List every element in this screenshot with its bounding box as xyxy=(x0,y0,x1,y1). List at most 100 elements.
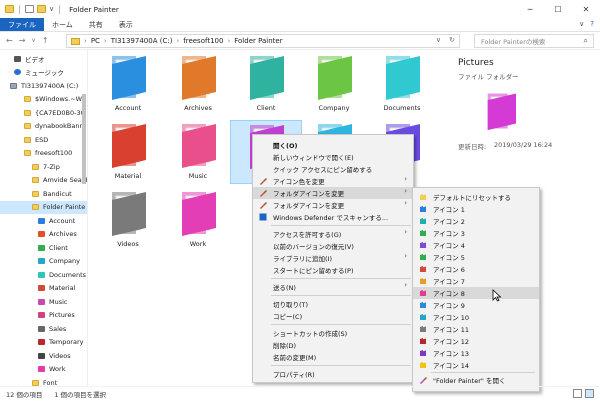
submenu-item[interactable]: デフォルトにリセットする xyxy=(413,191,539,203)
nav-item[interactable]: Archives xyxy=(0,228,77,241)
nav-item[interactable]: ビデオ xyxy=(0,52,45,65)
context-menu-item[interactable]: プロパティ(R) xyxy=(253,368,413,380)
forward-button[interactable]: → xyxy=(19,36,26,45)
submenu-item[interactable]: アイコン 10 xyxy=(413,311,539,323)
nav-item[interactable]: $Windows.~WS xyxy=(0,93,86,106)
close-button[interactable]: ✕ xyxy=(572,0,600,18)
nav-item[interactable]: Videos xyxy=(0,349,71,362)
nav-item[interactable]: Temporary xyxy=(0,336,83,349)
nav-item[interactable]: Client xyxy=(0,241,68,254)
new-folder-icon[interactable] xyxy=(37,5,46,13)
context-menu-item[interactable]: 以前のバージョンの復元(V) xyxy=(253,240,413,252)
submenu-item[interactable]: アイコン 8 xyxy=(413,287,539,299)
submenu-item[interactable]: アイコン 6 xyxy=(413,263,539,275)
submenu-item[interactable]: アイコン 2 xyxy=(413,215,539,227)
context-menu-item[interactable]: 送る(N) › xyxy=(253,281,413,293)
submenu-item[interactable]: アイコン 11 xyxy=(413,323,539,335)
nav-item[interactable]: Sales xyxy=(0,322,66,335)
context-menu-item[interactable]: 開く(O) xyxy=(253,139,413,151)
context-menu-item[interactable]: Windows Defender でスキャンする... xyxy=(253,211,413,223)
context-menu-item[interactable]: 新しいウィンドウで開く(E) xyxy=(253,151,413,163)
nav-item[interactable]: 7-Zip xyxy=(0,160,60,173)
nav-item[interactable]: Amvide Seal F xyxy=(0,174,87,187)
nav-scrollbar[interactable] xyxy=(82,54,86,384)
ribbon-collapse-button[interactable]: ∨ xyxy=(579,20,584,28)
breadcrumb-drive[interactable]: TI31397400A (C:) xyxy=(111,37,173,45)
nav-item[interactable]: {CA7ED0B0-3C xyxy=(0,106,85,119)
submenu-item[interactable]: アイコン 5 xyxy=(413,251,539,263)
maximize-button[interactable]: ☐ xyxy=(544,0,572,18)
file-item[interactable]: Work xyxy=(162,188,234,252)
submenu-item[interactable]: アイコン 4 xyxy=(413,239,539,251)
quick-access-dropdown-icon[interactable]: ∨ xyxy=(49,5,54,13)
up-button[interactable]: ↑ xyxy=(42,36,49,45)
submenu-item[interactable]: アイコン 12 xyxy=(413,335,539,347)
context-menu-item[interactable]: フォルダアイコンを変更 › xyxy=(253,199,413,211)
file-item[interactable]: Client xyxy=(230,52,302,116)
nav-item[interactable]: Material xyxy=(0,282,75,295)
nav-item[interactable]: Pictures xyxy=(0,309,75,322)
submenu-item[interactable]: アイコン 3 xyxy=(413,227,539,239)
recent-locations-icon[interactable]: ∨ xyxy=(31,37,35,44)
context-menu-item[interactable]: クイック アクセスにピン留めする xyxy=(253,163,413,175)
submenu-item[interactable]: アイコン 9 xyxy=(413,299,539,311)
submenu-item[interactable]: アイコン 13 xyxy=(413,347,539,359)
search-input[interactable]: Folder Painterの検索 ⌕ xyxy=(474,34,594,48)
context-menu-item[interactable]: 名前の変更(M) xyxy=(253,351,413,363)
context-menu-item[interactable]: 切り取り(T) xyxy=(253,298,413,310)
properties-icon[interactable] xyxy=(25,5,34,13)
breadcrumb-freesoft100[interactable]: freesoft100 xyxy=(183,37,223,45)
submenu-item-label: アイコン 5 xyxy=(433,254,465,262)
nav-item[interactable]: Work xyxy=(0,363,65,376)
address-input[interactable]: › PC › TI31397400A (C:) › freesoft100 › … xyxy=(66,34,460,48)
tab-file[interactable]: ファイル xyxy=(0,18,44,31)
folder-icon-submenu: デフォルトにリセットする アイコン 1 アイコン 2 アイコン 3 アイコン 4 アイコン… xyxy=(412,187,540,392)
nav-item[interactable]: ESD xyxy=(0,133,48,146)
context-menu-item[interactable]: アイコン色を変更 › xyxy=(253,175,413,187)
file-item[interactable]: Documents xyxy=(366,52,438,116)
submenu-item[interactable]: アイコン 14 xyxy=(413,359,539,371)
tab-view[interactable]: 表示 xyxy=(111,18,141,31)
nav-item[interactable]: Documents xyxy=(0,268,86,281)
nav-item[interactable]: Bandicut xyxy=(0,187,72,200)
nav-item[interactable]: ミュージック xyxy=(0,66,64,79)
file-item[interactable]: Account xyxy=(92,52,164,116)
tab-share[interactable]: 共有 xyxy=(81,18,111,31)
context-menu-item[interactable]: フォルダアイコンを変更 › xyxy=(253,187,413,199)
submenu-item-label: アイコン 2 xyxy=(433,218,465,226)
nav-item[interactable]: Font xyxy=(0,376,57,386)
nav-item[interactable]: Music xyxy=(0,295,68,308)
nav-item[interactable]: Folder Painte xyxy=(0,200,87,214)
context-menu-item[interactable]: スタートにピン留めする(P) xyxy=(253,264,413,276)
large-icons-view-icon[interactable] xyxy=(585,389,594,398)
submenu-item[interactable]: アイコン 1 xyxy=(413,203,539,215)
nav-item[interactable]: Account xyxy=(0,214,75,227)
context-menu-item[interactable]: アクセスを許可する(G) › xyxy=(253,228,413,240)
minimize-button[interactable]: ─ xyxy=(516,0,544,18)
refresh-icon[interactable]: ↻ xyxy=(449,36,455,44)
context-menu-item[interactable]: ライブラリに追加(I) › xyxy=(253,252,413,264)
back-button[interactable]: ← xyxy=(6,36,13,45)
nav-item[interactable]: dynabookBanr xyxy=(0,120,82,133)
breadcrumb-folder-painter[interactable]: Folder Painter xyxy=(234,37,282,45)
help-button[interactable]: ? xyxy=(590,20,594,28)
file-item[interactable]: Archives xyxy=(162,52,234,116)
submenu-item[interactable]: アイコン 7 xyxy=(413,275,539,287)
address-dropdown-icon[interactable]: ∨ xyxy=(436,36,441,44)
nav-item[interactable]: freesoft100 xyxy=(0,147,72,160)
scrollbar-thumb[interactable] xyxy=(82,94,86,184)
context-menu-item[interactable]: コピー(C) xyxy=(253,310,413,322)
context-menu-item[interactable]: 削除(D) xyxy=(253,339,413,351)
nav-item[interactable]: TI31397400A (C:) xyxy=(0,79,78,92)
breadcrumb-pc[interactable]: PC xyxy=(91,37,100,45)
nav-item-label: ビデオ xyxy=(25,55,45,64)
file-item[interactable]: Music xyxy=(162,120,234,184)
context-menu-item[interactable]: ショートカットの作成(S) xyxy=(253,327,413,339)
file-item[interactable]: Company xyxy=(298,52,370,116)
file-item[interactable]: Videos xyxy=(92,188,164,252)
file-item[interactable]: Material xyxy=(92,120,164,184)
details-view-icon[interactable] xyxy=(573,389,582,398)
submenu-item[interactable]: "Folder Painter" を開く xyxy=(413,374,539,386)
tab-home[interactable]: ホーム xyxy=(44,18,81,31)
nav-item[interactable]: Company xyxy=(0,255,80,268)
